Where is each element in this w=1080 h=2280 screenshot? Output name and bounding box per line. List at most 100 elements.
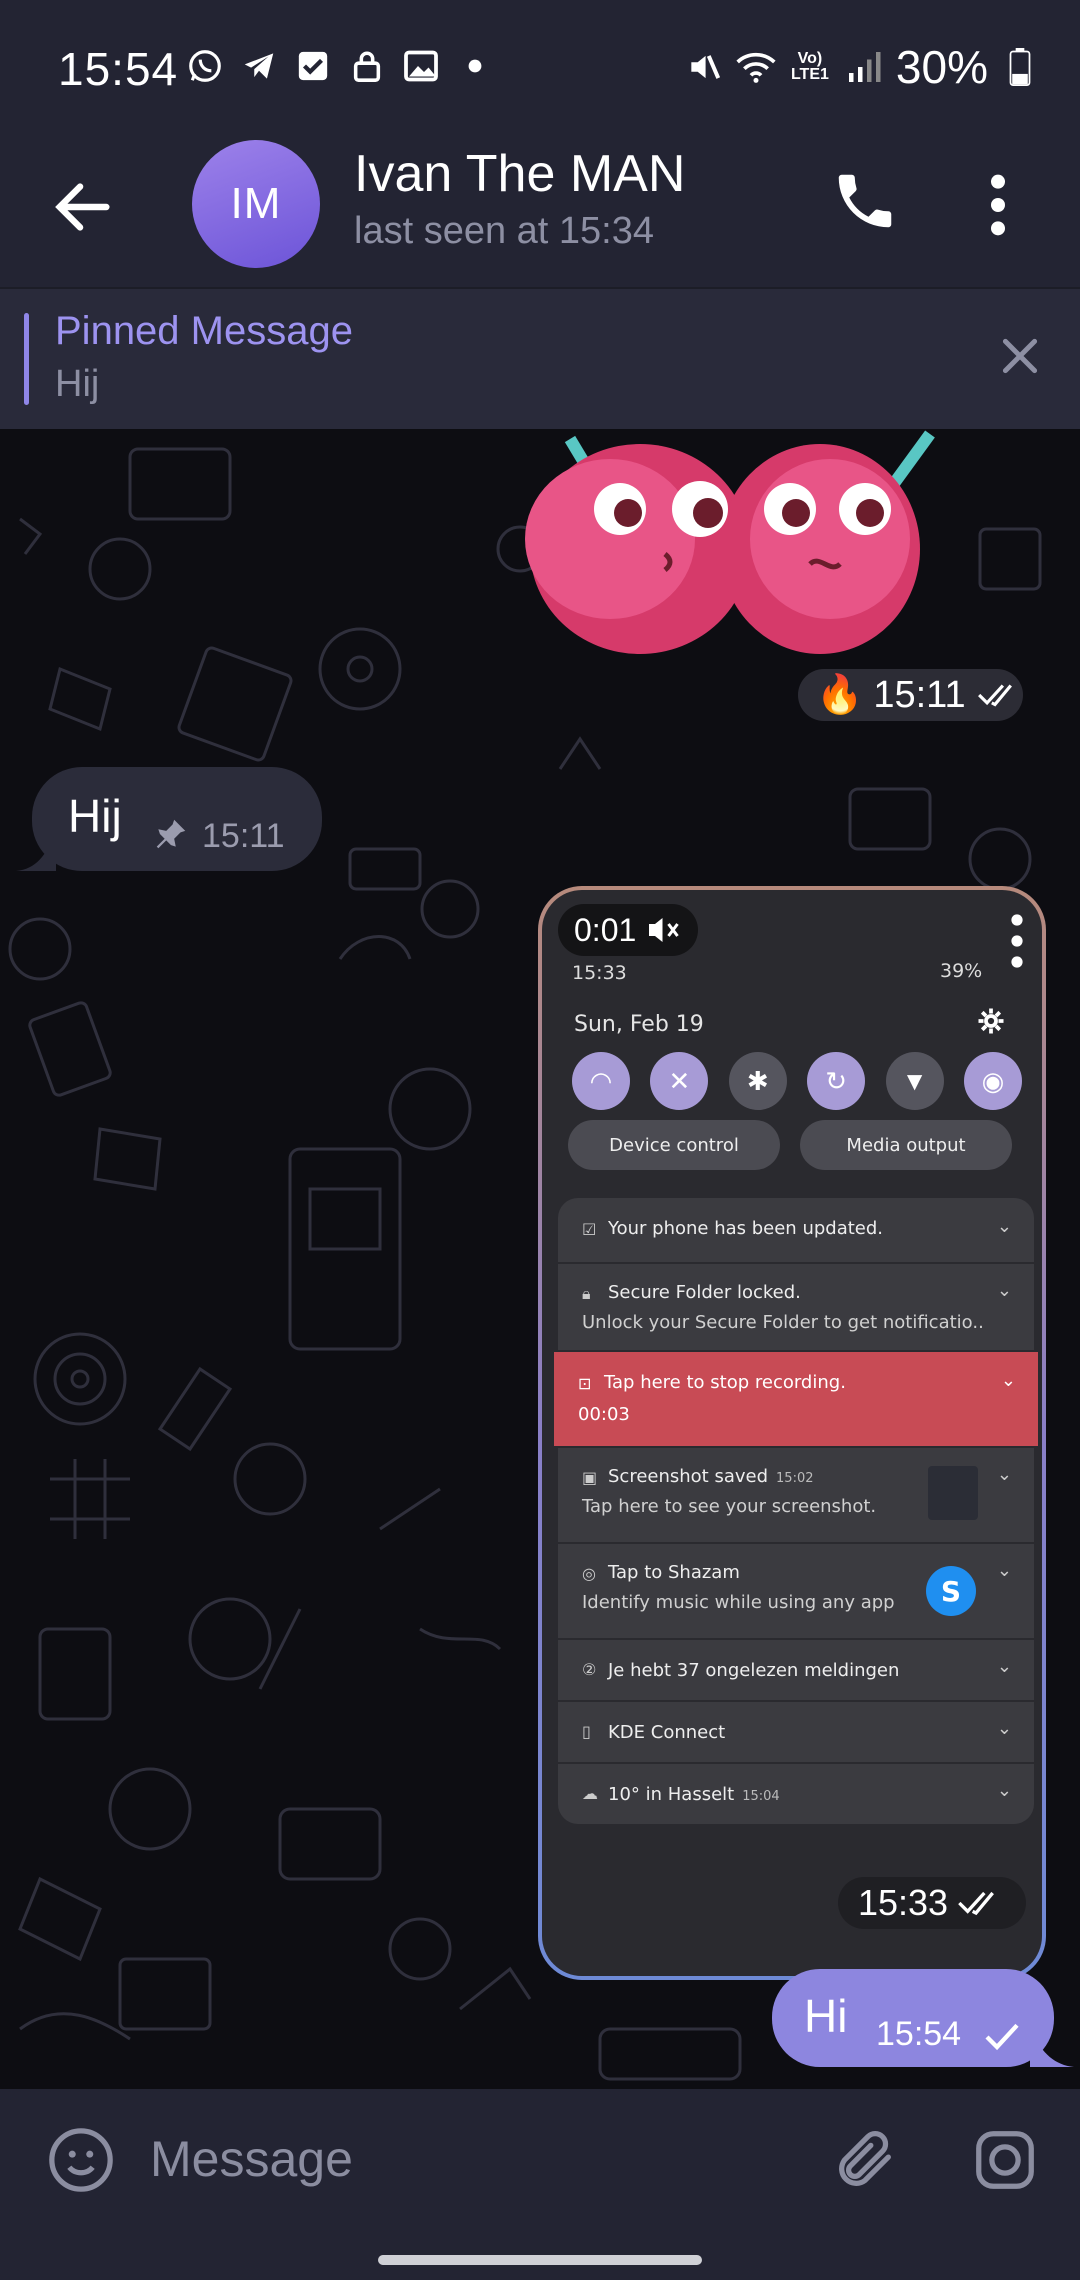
message-input[interactable] [150, 2119, 800, 2199]
notification-secure-folder: 🔒︎ Secure Folder locked. Unlock your Sec… [558, 1264, 1034, 1350]
mute-icon [649, 918, 679, 942]
recording-time: 0:01 [574, 911, 637, 948]
double-check-icon [958, 1891, 994, 1916]
quick-settings: ◠ ✕ ✱ ↻ ▼ ◉ [572, 1052, 1022, 1110]
mini-battery: 39% [940, 960, 983, 982]
volte-icon: Vo) LTE1 [790, 50, 829, 83]
avatar[interactable]: IM [192, 140, 320, 268]
fire-reaction-icon[interactable]: 🔥 [816, 673, 863, 717]
notification-kde-connect: ▯ KDE Connect ⌄ [558, 1702, 1034, 1762]
chevron-down-icon: ⌄ [996, 1780, 1012, 1801]
screen-record-icon: ◉ [963, 1052, 1022, 1110]
image-icon [401, 46, 441, 86]
notification-screenshot: 0:01 15:33 39% Sun, Feb 19 ◠ ✕ ✱ ↻ ▼ ◉ D… [542, 890, 1042, 1976]
rotate-icon: ↻ [807, 1052, 866, 1110]
home-indicator[interactable] [378, 2255, 702, 2265]
close-pinned-button[interactable] [995, 331, 1045, 381]
cloud-icon: ☁ [582, 1784, 598, 1803]
image-message[interactable]: 0:01 15:33 39% Sun, Feb 19 ◠ ✕ ✱ ↻ ▼ ◉ D… [538, 886, 1046, 1980]
status-system-icons: Vo) LTE1 30% [684, 40, 1040, 94]
notification-shazam: ◎ Tap to Shazam Identify music while usi… [558, 1544, 1034, 1638]
lock-icon: 🔒︎ [582, 1284, 591, 1303]
notification-time: 15:02 [776, 1471, 814, 1486]
emoji-button[interactable] [46, 2125, 116, 2195]
chevron-down-icon: ⌄ [996, 1280, 1012, 1301]
notification-title: Tap here to stop recording. [604, 1372, 846, 1393]
device-control-button: Device control [568, 1120, 780, 1170]
notification-subtitle: Identify music while using any app [582, 1592, 895, 1613]
message-time: 15:11 [202, 817, 285, 855]
chat-header: IM Ivan The MAN last seen at 15:34 [0, 130, 1080, 287]
navigation-bar [0, 2229, 1080, 2280]
kebab-menu-icon [991, 174, 1005, 236]
image-meta: 15:33 [838, 1877, 1026, 1929]
arrow-left-icon [55, 183, 110, 231]
chat-title[interactable]: Ivan The MAN [354, 144, 685, 204]
check-icon: ☑ [582, 1220, 597, 1239]
flashlight-icon: ▼ [885, 1052, 944, 1110]
cherry-sticker[interactable] [520, 429, 1010, 669]
message-text: Hij [68, 790, 122, 842]
chevron-down-icon: ⌄ [996, 1718, 1012, 1739]
chevron-down-icon: ⌄ [996, 1216, 1012, 1237]
sticker-time: 15:11 [873, 673, 966, 716]
notification-time: 15:04 [742, 1789, 780, 1804]
bubble-tail [1030, 2027, 1074, 2067]
last-seen-status: last seen at 15:34 [354, 210, 654, 252]
incoming-message[interactable]: Hij 15:11 [16, 767, 322, 871]
message-composer [0, 2089, 1080, 2229]
chevron-down-icon: ⌄ [996, 1464, 1012, 1485]
notification-subtitle: Tap here to see your screenshot. [582, 1496, 877, 1517]
status-notification-icons [185, 46, 495, 86]
media-output-button: Media output [800, 1120, 1012, 1170]
attach-button[interactable] [830, 2125, 900, 2195]
battery-icon [1000, 47, 1040, 87]
mute-icon [684, 47, 724, 87]
bluetooth-icon: ✱ [728, 1052, 787, 1110]
mini-date: Sun, Feb 19 [574, 1012, 704, 1037]
chevron-down-icon: ⌄ [996, 1656, 1012, 1677]
more-options-button[interactable] [980, 170, 1016, 240]
notification-recording: ⊡ Tap here to stop recording. 00:03 ⌄ [554, 1352, 1038, 1446]
mute-icon: ✕ [650, 1052, 709, 1110]
back-button[interactable] [48, 172, 118, 242]
mini-clock: 15:33 [572, 962, 627, 984]
message-text: Hi [804, 1990, 848, 2042]
notification-title: Screenshot saved [608, 1466, 769, 1487]
sticker-meta: 🔥 15:11 [798, 669, 1023, 721]
close-icon [1002, 338, 1038, 374]
kebab-menu-icon [1011, 914, 1023, 968]
dot-icon [455, 46, 495, 86]
signal-icon [844, 47, 884, 87]
notification-update: ☑ Your phone has been updated. ⌄ [558, 1198, 1034, 1262]
image-icon: ▣ [582, 1468, 598, 1487]
smiley-icon [49, 2128, 113, 2192]
pinned-message-bar[interactable]: Pinned Message Hij [0, 287, 1080, 429]
double-check-icon [977, 684, 1012, 707]
notification-screenshot: ▣ Screenshot saved 15:02 Tap here to see … [558, 1448, 1034, 1542]
notification-title: KDE Connect [608, 1722, 726, 1743]
notification-subtitle: 00:03 [578, 1404, 630, 1425]
notification-title: Your phone has been updated. [608, 1218, 884, 1239]
call-button[interactable] [830, 166, 900, 236]
gear-icon [978, 1008, 1004, 1034]
status-bar: 15:54 Vo) LTE1 30% [0, 0, 1080, 130]
notification-subtitle: Unlock your Secure Folder to get notific… [582, 1312, 984, 1333]
bubble-tail [16, 831, 56, 871]
pinned-indicator [24, 313, 29, 405]
battery-percent: 30% [895, 41, 988, 93]
image-time: 15:33 [857, 1882, 949, 1923]
notification-weather: ☁ 10° in Hasselt 15:04 ⌄ [558, 1764, 1034, 1824]
screenshot-thumbnail [928, 1466, 978, 1520]
camera-button[interactable] [970, 2125, 1040, 2195]
screen-record-icon: ⊡ [578, 1374, 592, 1393]
notification-title: Secure Folder locked. [608, 1282, 801, 1303]
shazam-logo-icon: S [926, 1566, 976, 1616]
chevron-down-icon: ⌄ [996, 1560, 1012, 1581]
camera-icon [976, 2131, 1034, 2189]
outgoing-message[interactable]: Hi 15:54 [772, 1969, 1074, 2067]
chat-messages[interactable]: 🔥 15:11 Hij 15:11 0:01 15:33 39% Sun, Fe… [0, 429, 1080, 2089]
status-time: 15:54 [58, 43, 179, 95]
notification-unread: ② Je hebt 37 ongelezen meldingen ⌄ [558, 1640, 1034, 1700]
phone-icon: ▯ [582, 1722, 591, 1741]
